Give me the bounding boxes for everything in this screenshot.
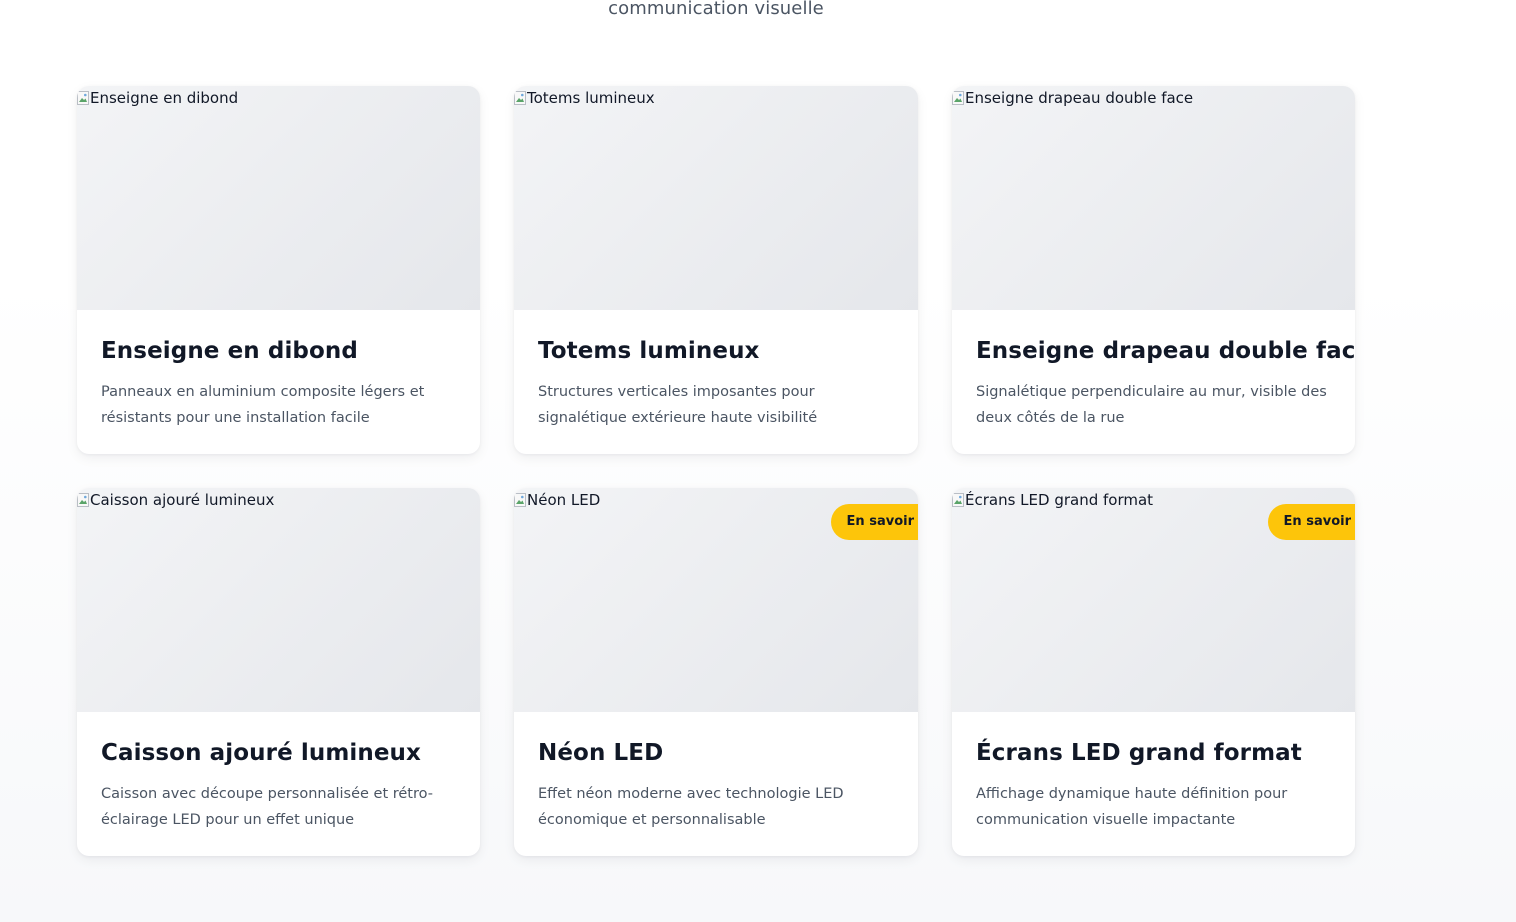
broken-image-icon: [514, 493, 526, 507]
product-image: Écrans LED grand format En savoir: [952, 488, 1355, 712]
card-title: Caisson ajouré lumineux: [101, 740, 421, 766]
product-image: Néon LED En savoir: [514, 488, 918, 712]
broken-image-icon: [514, 91, 526, 105]
card-body: Enseigne drapeau double face Signalétiqu…: [952, 310, 1355, 431]
card-title: Enseigne en dibond: [101, 338, 358, 364]
card-description: Panneaux en aluminium composite légers e…: [101, 384, 425, 426]
card-body: Néon LED Effet néon moderne avec technol…: [514, 712, 918, 833]
product-card-enseigne-dibond[interactable]: Enseigne en dibond Enseigne en dibond Pa…: [77, 86, 480, 454]
image-alt-text: Caisson ajouré lumineux: [90, 491, 275, 509]
card-description: Affichage dynamique haute définition pou…: [976, 786, 1288, 828]
card-body: Enseigne en dibond Panneaux en aluminium…: [77, 310, 480, 431]
section-subtitle: communication visuelle: [608, 0, 824, 19]
broken-image-placeholder: Caisson ajouré lumineux: [77, 491, 274, 509]
product-card-neon-led[interactable]: Néon LED En savoir Néon LED Effet néon m…: [514, 488, 918, 856]
card-title: Enseigne drapeau double face: [976, 338, 1355, 364]
broken-image-icon: [952, 493, 964, 507]
broken-image-icon: [952, 91, 964, 105]
product-card-totems-lumineux[interactable]: Totems lumineux Totems lumineux Structur…: [514, 86, 918, 454]
card-title: Néon LED: [538, 740, 664, 766]
broken-image-placeholder: Enseigne drapeau double face: [952, 89, 1193, 107]
card-description: Effet néon moderne avec technologie LED …: [538, 786, 844, 828]
image-alt-text: Enseigne drapeau double face: [965, 89, 1194, 107]
image-alt-text: Totems lumineux: [527, 89, 655, 107]
card-body: Totems lumineux Structures verticales im…: [514, 310, 918, 431]
image-alt-text: Écrans LED grand format: [965, 491, 1154, 509]
product-card-caisson-ajoure[interactable]: Caisson ajouré lumineux Caisson ajouré l…: [77, 488, 480, 856]
card-title: Écrans LED grand format: [976, 740, 1302, 766]
card-description: Structures verticales imposantes pour si…: [538, 384, 818, 426]
product-image: Enseigne en dibond: [77, 86, 480, 310]
learn-more-badge[interactable]: En savoir: [1267, 504, 1355, 540]
broken-image-placeholder: Totems lumineux: [514, 89, 655, 107]
card-body: Caisson ajouré lumineux Caisson avec déc…: [77, 712, 480, 833]
product-grid: Enseigne en dibond Enseigne en dibond Pa…: [77, 86, 1356, 856]
broken-image-placeholder: Écrans LED grand format: [952, 491, 1153, 509]
card-description: Signalétique perpendiculaire au mur, vis…: [976, 384, 1327, 426]
product-image: Enseigne drapeau double face: [952, 86, 1355, 310]
broken-image-placeholder: Enseigne en dibond: [77, 89, 238, 107]
product-image: Caisson ajouré lumineux: [77, 488, 480, 712]
card-title: Totems lumineux: [538, 338, 760, 364]
product-card-ecrans-led[interactable]: Écrans LED grand format En savoir Écrans…: [952, 488, 1355, 856]
card-description: Caisson avec découpe personnalisée et ré…: [101, 786, 433, 828]
image-alt-text: Enseigne en dibond: [90, 89, 239, 107]
learn-more-badge[interactable]: En savoir: [830, 504, 918, 540]
broken-image-icon: [77, 493, 89, 507]
product-card-enseigne-drapeau[interactable]: Enseigne drapeau double face Enseigne dr…: [952, 86, 1355, 454]
broken-image-placeholder: Néon LED: [514, 491, 600, 509]
image-alt-text: Néon LED: [527, 491, 601, 509]
product-image: Totems lumineux: [514, 86, 918, 310]
card-body: Écrans LED grand format Affichage dynami…: [952, 712, 1355, 833]
broken-image-icon: [77, 91, 89, 105]
